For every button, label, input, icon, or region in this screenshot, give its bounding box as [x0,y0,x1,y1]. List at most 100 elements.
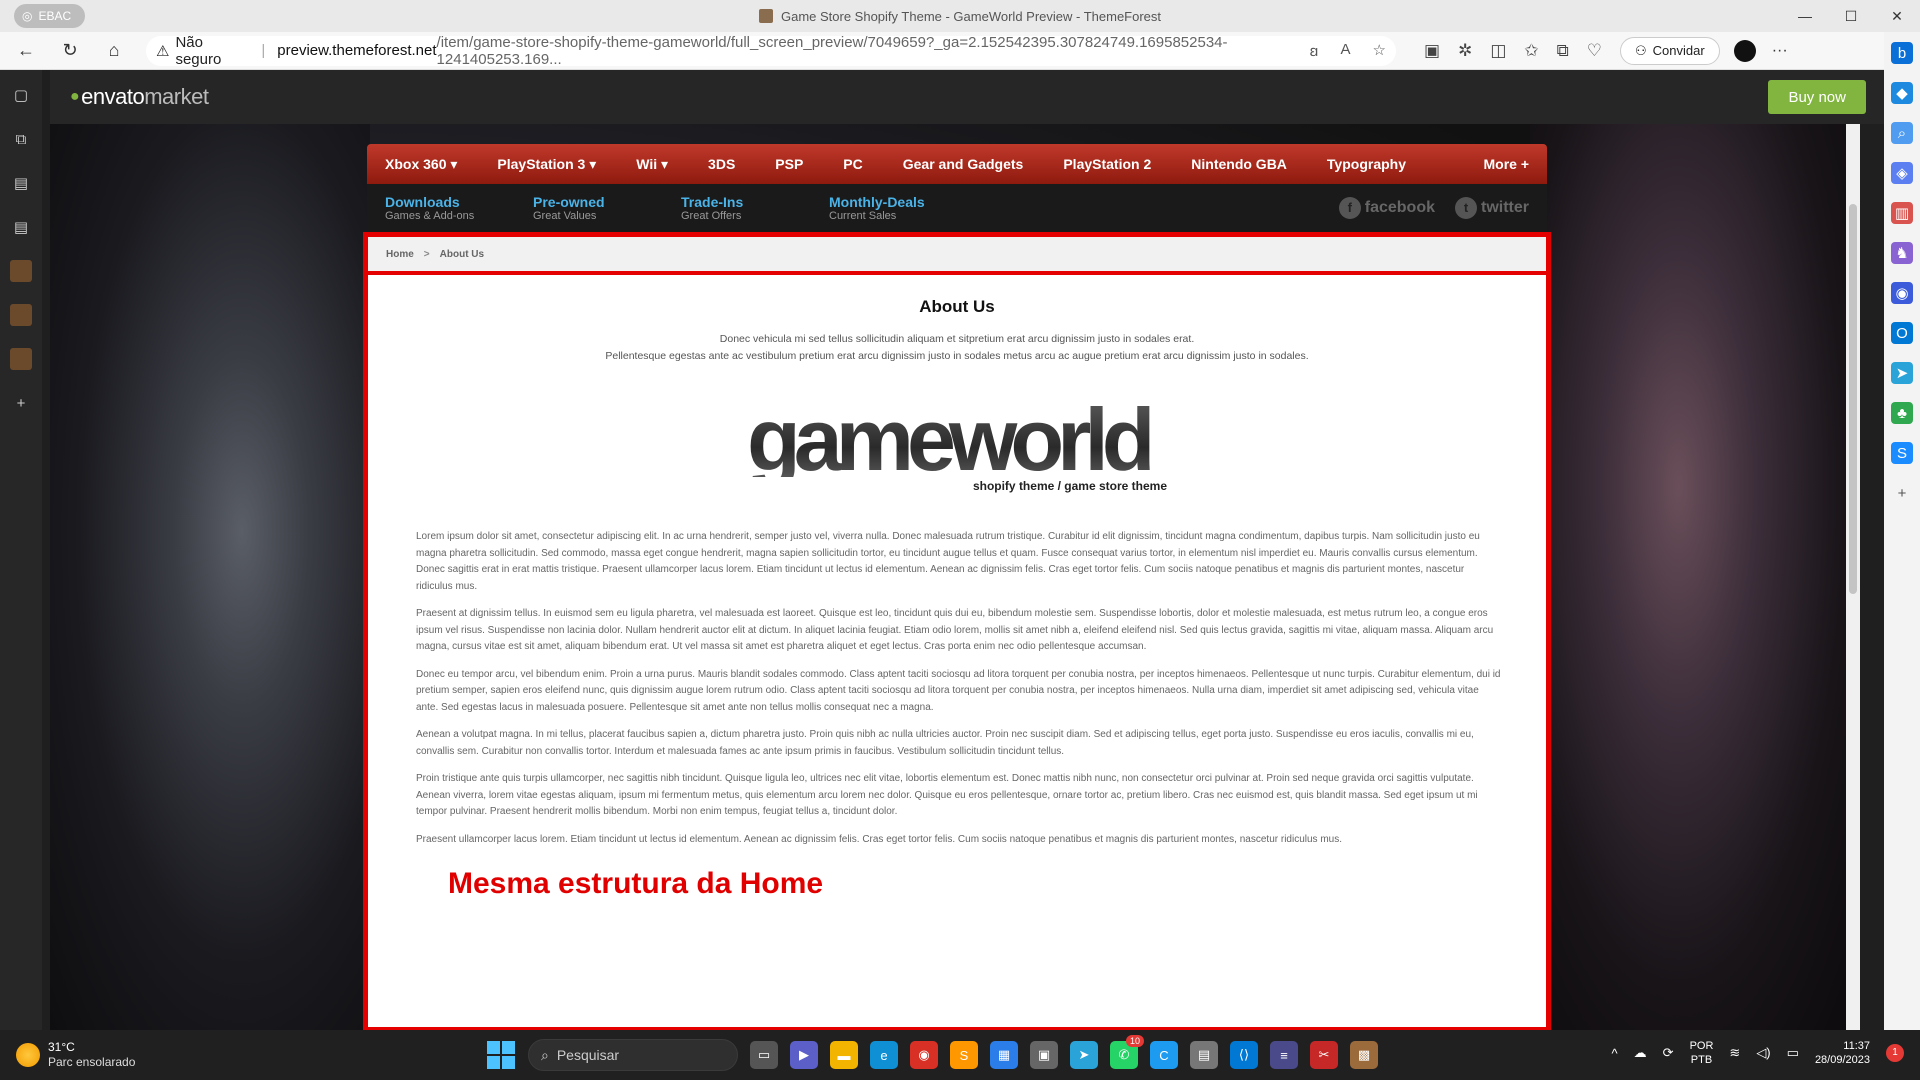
browser-essentials-icon[interactable]: ♡ [1587,41,1602,61]
weather-widget[interactable]: 31°C Parc ensolarado [16,1040,135,1070]
sync-icon[interactable]: ⟳ [1663,1045,1674,1061]
not-secure-label: Não seguro [175,33,222,68]
annotation-text: Mesma estrutura da Home [448,867,824,900]
active-tab-thumbnail-icon[interactable] [10,304,32,326]
start-windows-icon[interactable] [486,1040,516,1070]
background-art-right [1530,124,1860,1030]
nav-item-pc[interactable]: PC [843,156,862,172]
envato-header: ● envato market Buy now [50,70,1884,124]
translate-ext-icon[interactable]: ▣ [1424,41,1440,61]
notification-badge[interactable]: 1 [1886,1044,1904,1062]
page-scrollbar[interactable] [1846,124,1860,1030]
extensions-icon[interactable]: ✲ [1458,41,1472,61]
breadcrumb-home-link[interactable]: Home [386,249,414,260]
translate-icon[interactable]: ꞛ [1310,41,1319,61]
tab-thumbnail-icon[interactable]: ▤ [10,216,32,238]
subnav-item-trade-ins[interactable]: Trade-Ins Great Offers [681,194,829,223]
search-icon[interactable]: ⌕ [1891,122,1913,144]
collections-icon[interactable]: ⧉ [1557,41,1569,61]
maximize-icon[interactable]: ☐ [1828,0,1874,32]
home-icon[interactable]: ⌂ [96,36,132,66]
add-sidebar-app-icon[interactable]: + [1891,482,1913,504]
nav-item-playstation-2[interactable]: PlayStation 2 [1063,156,1151,172]
profile-button[interactable]: ◎ EBAC [14,4,86,28]
paint-icon[interactable]: ▩ [1350,1041,1378,1069]
new-tab-plus-icon[interactable]: + [10,392,32,414]
drop-icon[interactable]: ➤ [1891,362,1913,384]
store-icon[interactable]: ▦ [990,1041,1018,1069]
more-options-icon[interactable]: ··· [1772,42,1788,60]
facebook-link[interactable]: f facebook [1338,197,1435,219]
clock[interactable]: 11:37 28/09/2023 [1815,1039,1870,1067]
nav-item-typography[interactable]: Typography [1327,156,1406,172]
subnav-item-pre-owned[interactable]: Pre-owned Great Values [533,194,681,223]
shopping-tag-icon[interactable]: ◈ [1891,162,1913,184]
subnav-item-downloads[interactable]: Downloads Games & Add-ons [385,194,533,223]
calculator-icon[interactable]: ▤ [1190,1041,1218,1069]
tab-actions-icon[interactable]: ▢ [10,84,32,106]
body-paragraphs: Lorem ipsum dolor sit amet, consectetur … [416,529,1501,848]
vscode-icon[interactable]: ⟨⟩ [1230,1041,1258,1069]
language-indicator[interactable]: POR PTB [1690,1039,1714,1067]
refresh-icon[interactable]: ↻ [52,36,88,66]
nav-item-wii[interactable]: Wii ▾ [636,156,668,173]
snipping-tool-icon[interactable]: ✂ [1310,1041,1338,1069]
nav-item-3ds[interactable]: 3DS [708,156,735,172]
buy-now-button[interactable]: Buy now [1768,80,1866,114]
nav-item-psp[interactable]: PSP [775,156,803,172]
envato-market-logo[interactable]: ● envato market [70,84,209,110]
scrollbar-thumb[interactable] [1849,204,1857,594]
nav-item-more[interactable]: More + [1483,156,1529,172]
back-arrow-icon[interactable]: ← [8,36,44,66]
edge-icon[interactable]: e [870,1041,898,1069]
twitter-link[interactable]: t twitter [1455,197,1529,219]
nav-item-playstation-3[interactable]: PlayStation 3 ▾ [497,156,596,173]
nav-item-gear-and-gadgets[interactable]: Gear and Gadgets [903,156,1024,172]
read-aloud-icon[interactable]: A [1341,41,1351,61]
volume-icon[interactable]: ◁) [1756,1045,1770,1061]
main-nav: Xbox 360 ▾ PlayStation 3 ▾ Wii ▾ 3DS PSP… [367,144,1547,184]
favorite-star-icon[interactable]: ☆ [1373,41,1386,61]
canva-icon[interactable]: C [1150,1041,1178,1069]
content-box-highlight: Home > About Us About Us Donec vehicula … [363,232,1551,1030]
taskbar-search[interactable]: ⌕ Pesquisar [528,1039,738,1071]
invite-button[interactable]: ⚇ Convidar [1620,36,1720,65]
file-explorer-icon[interactable]: ▬ [830,1041,858,1069]
avatar[interactable] [1733,39,1756,62]
whatsapp-icon[interactable]: ✆ 10 [1110,1035,1144,1069]
sublime-text-icon[interactable]: S [950,1041,978,1069]
address-bar[interactable]: ⚠ Não seguro | preview.themeforest.net /… [146,33,1396,68]
bing-chat-icon[interactable]: ◆ [1891,82,1913,104]
favorites-icon[interactable]: ✩ [1524,41,1538,61]
app-icon[interactable]: ≡ [1270,1041,1298,1069]
subnav-item-monthly-deals[interactable]: Monthly-Deals Current Sales [829,194,977,223]
workspaces-icon[interactable]: ⧉ [10,128,32,150]
tab-thumbnail-icon[interactable] [10,348,32,370]
tree-icon[interactable]: ♣ [1891,402,1913,424]
copilot-icon[interactable]: b [1891,42,1913,64]
tab-thumbnail-icon[interactable]: ▤ [10,172,32,194]
split-screen-icon[interactable]: ◫ [1490,41,1506,61]
people-icon: ⚇ [1635,42,1647,58]
tools-icon[interactable]: ▥ [1891,202,1913,224]
chevron-up-icon[interactable]: ^ [1612,1046,1618,1061]
task-view-icon[interactable]: ▭ [750,1041,778,1069]
games-icon[interactable]: ♞ [1891,242,1913,264]
battery-icon[interactable]: ▭ [1787,1045,1799,1061]
nav-item-xbox-360[interactable]: Xbox 360 ▾ [385,156,457,173]
teams-icon[interactable]: ▶ [790,1041,818,1069]
minimize-icon[interactable]: — [1782,0,1828,32]
wifi-icon[interactable]: ≋ [1729,1045,1740,1061]
telegram-icon[interactable]: ➤ [1070,1041,1098,1069]
onedrive-icon[interactable]: ☁ [1634,1045,1647,1061]
background-art-left [50,124,370,1030]
app-icon[interactable]: ▣ [1030,1041,1058,1069]
microsoft365-icon[interactable]: ◉ [1891,282,1913,304]
outlook-icon[interactable]: O [1891,322,1913,344]
close-icon[interactable]: ✕ [1874,0,1920,32]
tab-thumbnail-icon[interactable] [10,260,32,282]
nav-item-nintendo-gba[interactable]: Nintendo GBA [1191,156,1287,172]
skype-icon[interactable]: S [1891,442,1913,464]
subnav-desc: Great Offers [681,209,742,222]
chrome-icon[interactable]: ◉ [910,1041,938,1069]
